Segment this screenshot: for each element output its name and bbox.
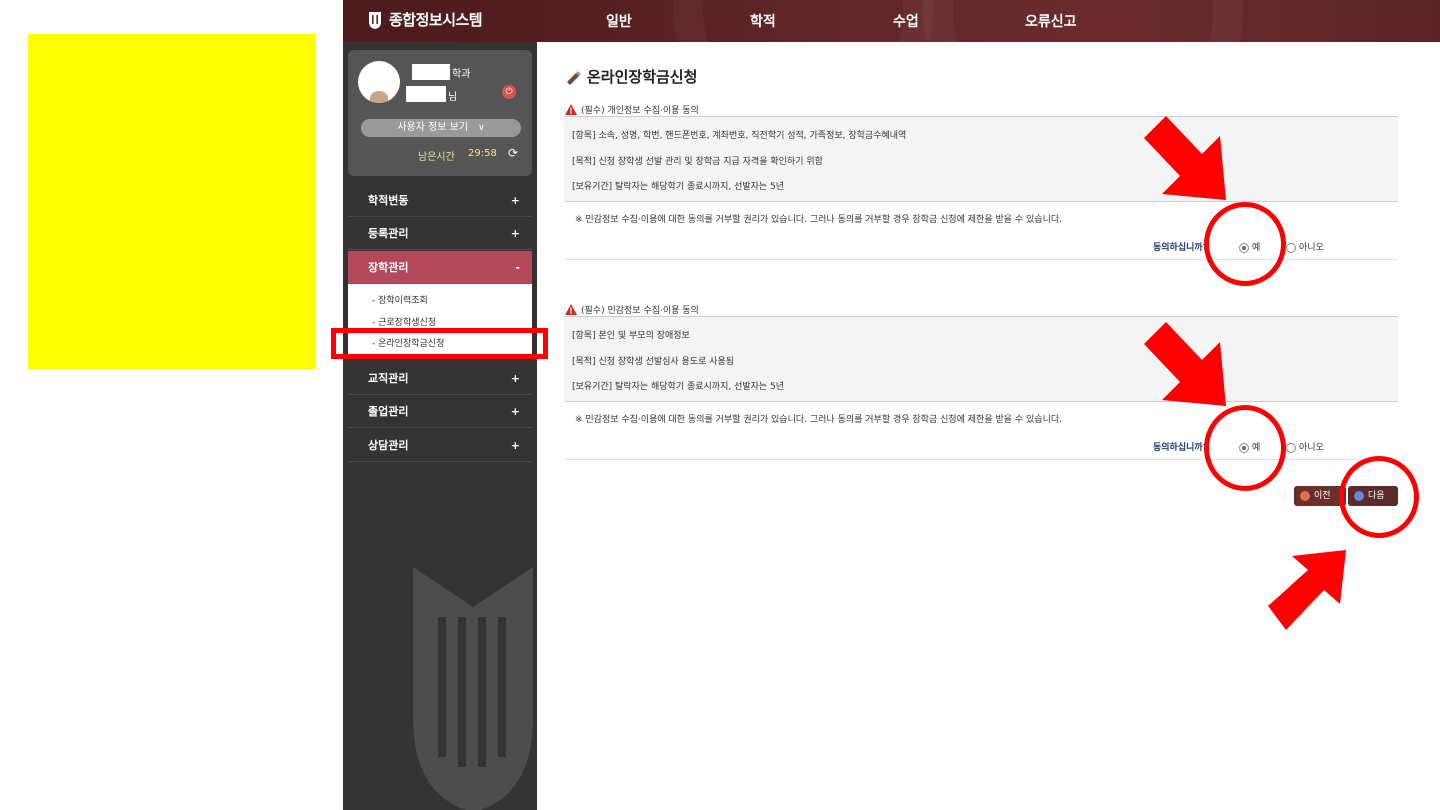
section-title-text: (필수) 민감정보 수집·이용 동의 (581, 306, 699, 316)
redacted-name (406, 86, 446, 102)
top-menu-academic[interactable]: 학적 (750, 11, 776, 31)
sidebar-item-counseling[interactable]: 상담관리 + (348, 429, 532, 462)
chevron-down-icon: ∨ (478, 123, 485, 133)
sidebar: 학과 님 ⏻ 사용자 정보 보기 ∨ 남은시간 29:58 ⟳ 학적변동 + 등록… (343, 42, 537, 810)
submenu-work-scholarship[interactable]: - 근로장학생신청 (372, 315, 436, 328)
brand-title: 종합정보시스템 (389, 11, 483, 29)
top-menu-error-report[interactable]: 오류신고 (1025, 11, 1077, 31)
agree-no-label: 아니오 (1299, 243, 1324, 253)
department-suffix: 학과 (452, 69, 471, 80)
section-title-sensitive-info: (필수) 민감정보 수집·이용 동의 (565, 303, 699, 316)
collapse-icon: - (515, 261, 520, 274)
sidebar-item-label: 교직관리 (368, 372, 409, 385)
prev-button-label: 이전 (1314, 491, 1331, 501)
remaining-time-value: 29:58 (468, 148, 497, 159)
sidebar-item-label: 졸업관리 (368, 405, 409, 418)
university-logo-icon (369, 11, 381, 29)
agree-no-radio[interactable] (1286, 443, 1296, 453)
name-suffix: 님 (448, 92, 458, 103)
sidebar-item-label: 장학관리 (368, 261, 409, 274)
sidebar-item-academic-change[interactable]: 학적변동 + (348, 184, 532, 217)
view-user-info-label: 사용자 정보 보기 (397, 122, 469, 133)
agree-question: 동의하십니까? (1153, 443, 1208, 453)
top-navigation-bar: 종합정보시스템 일반 학적 수업 오류신고 (343, 0, 1440, 42)
sidebar-item-graduation[interactable]: 졸업관리 + (348, 395, 532, 428)
annotation-arrow-up-right-icon (1268, 550, 1346, 630)
agree-no-label: 아니오 (1299, 443, 1324, 453)
annotation-circle (1204, 202, 1286, 286)
consent-notice: ※ 민감정보 수집·이용에 대한 동의를 거부할 권리가 있습니다. 그러나 동… (575, 215, 1063, 225)
avatar (358, 61, 400, 103)
refresh-icon[interactable]: ⟳ (508, 146, 518, 160)
brand[interactable]: 종합정보시스템 (367, 9, 483, 30)
pencil-icon (567, 70, 581, 85)
consent-retention-line: [보유기간] 탈락자는 해당학기 종료시까지, 선발자는 5년 (572, 182, 785, 192)
sidebar-item-label: 학적변동 (368, 194, 409, 207)
sidebar-item-label: 등록관리 (368, 227, 409, 240)
sidebar-item-label: 상담관리 (368, 439, 409, 452)
agree-question: 동의하십니까? (1153, 243, 1208, 253)
annotation-circle (1339, 456, 1419, 538)
expand-icon: + (510, 194, 520, 207)
remaining-time-label: 남은시간 (418, 152, 455, 163)
consent-retention-line: [보유기간] 탈락자는 해당학기 종료시까지, 선발자는 5년 (572, 382, 785, 392)
top-menu-general[interactable]: 일반 (606, 11, 632, 31)
consent-item-line: [항목] 소속, 성명, 학번, 핸드폰번호, 계좌번호, 직전학기 성적, 가… (572, 131, 907, 141)
arrow-left-icon (1300, 491, 1310, 501)
submenu-scholarship-history[interactable]: - 장학이력조회 (372, 293, 428, 306)
expand-icon: + (510, 372, 520, 385)
consent-notice: ※ 민감정보 수집·이용에 대한 동의를 거부할 권리가 있습니다. 그러나 동… (575, 415, 1063, 425)
annotation-highlight-box (331, 328, 548, 359)
sidebar-item-registration[interactable]: 등록관리 + (348, 217, 532, 250)
logout-icon[interactable]: ⏻ (502, 85, 516, 99)
section-title-text: (필수) 개인정보 수집·이용 동의 (581, 106, 699, 116)
consent-purpose-line: [목적] 신청 장학생 선발 관리 및 장학금 지급 자격을 확인하기 위함 (572, 157, 823, 167)
top-menu-class[interactable]: 수업 (893, 11, 919, 31)
user-profile-card: 학과 님 ⏻ 사용자 정보 보기 ∨ 남은시간 29:58 ⟳ (348, 50, 532, 176)
warning-icon (565, 104, 577, 115)
agree-no-radio[interactable] (1286, 243, 1296, 253)
consent-purpose-line: [목적] 신청 장학생 선발심사 용도로 사용됨 (572, 357, 735, 367)
warning-icon (565, 304, 577, 315)
sidebar-item-teaching[interactable]: 교직관리 + (348, 362, 532, 395)
sidebar-item-scholarship[interactable]: 장학관리 - (348, 251, 532, 284)
view-user-info-button[interactable]: 사용자 정보 보기 ∨ (361, 119, 521, 137)
consent-details-box: [항목] 본인 및 부모의 장애정보 [목적] 신청 장학생 선발심사 용도로 … (564, 316, 1398, 402)
expand-icon: + (510, 405, 520, 418)
page-title: 온라인장학금신청 (565, 66, 697, 87)
redacted-department (412, 64, 450, 80)
university-emblem-watermark (413, 567, 533, 810)
consent-details-box: [항목] 소속, 성명, 학번, 핸드폰번호, 계좌번호, 직전학기 성적, 가… (564, 116, 1398, 202)
consent-item-line: [항목] 본인 및 부모의 장애정보 (572, 331, 690, 341)
page-title-text: 온라인장학금신청 (587, 68, 698, 86)
expand-icon: + (510, 227, 520, 240)
annotation-arrow-down-right-icon (1144, 116, 1226, 200)
yellow-redaction-block (28, 34, 316, 369)
expand-icon: + (510, 439, 520, 452)
main-content: 온라인장학금신청 (필수) 개인정보 수집·이용 동의 [항목] 소속, 성명,… (537, 42, 1440, 810)
annotation-arrow-down-right-icon (1144, 322, 1226, 406)
section-title-personal-info: (필수) 개인정보 수집·이용 동의 (565, 103, 699, 116)
